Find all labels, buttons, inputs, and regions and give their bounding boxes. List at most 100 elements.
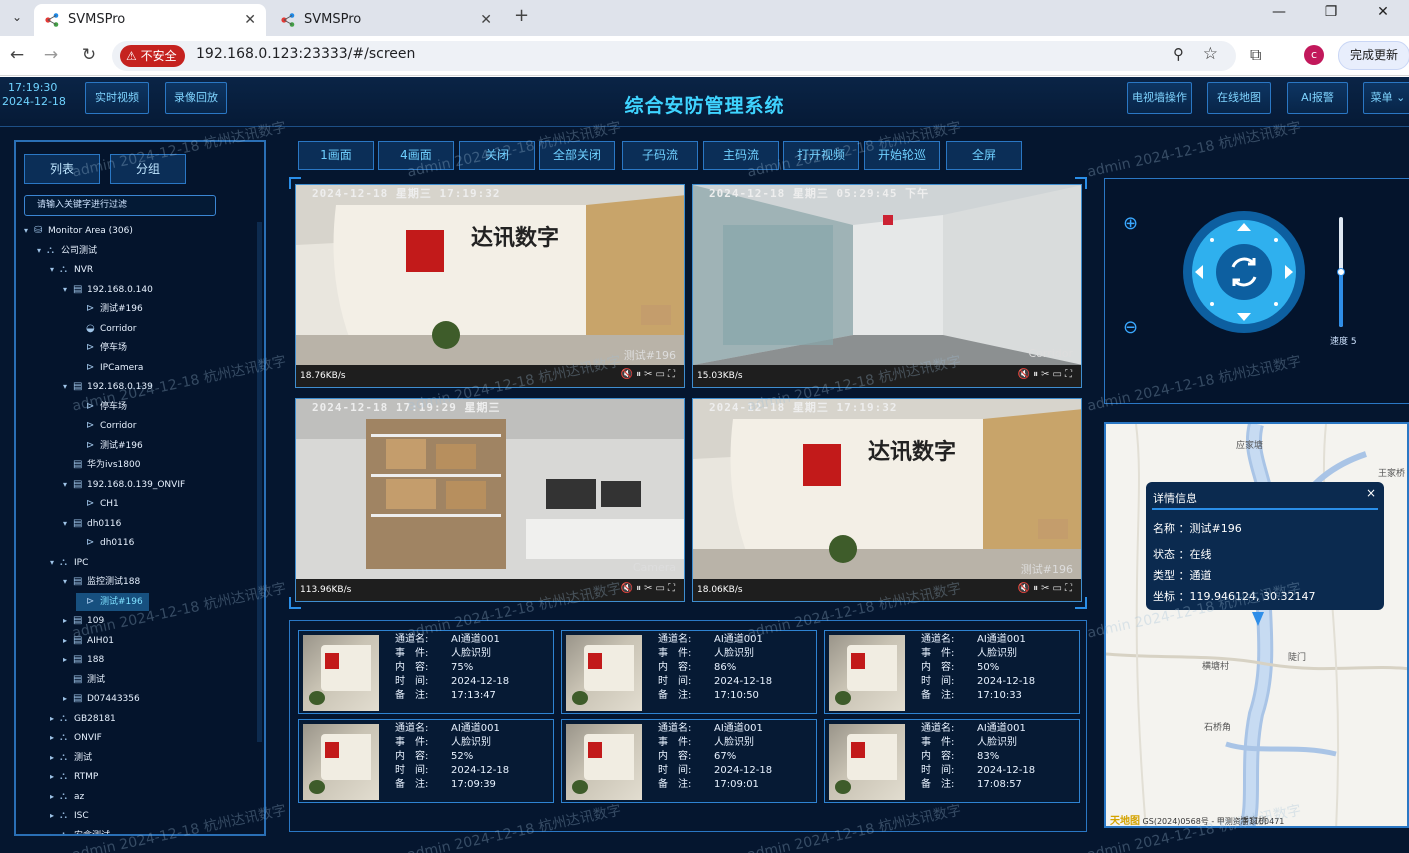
tree-node[interactable]: ▾ ▤ 192.168.0.140	[63, 281, 153, 299]
tree-node[interactable]: ▾ ⛬ 公司测试	[37, 242, 97, 260]
tree-node[interactable]: ▾ ▤ 192.168.0.139_ONVIF	[63, 476, 185, 494]
pause-icon[interactable]: ⏸	[1033, 583, 1041, 594]
expand-arrow-down-icon[interactable]: ▾	[63, 378, 73, 396]
tree-node[interactable]: ▾ ▤ 192.168.0.139	[63, 378, 153, 396]
expand-arrow-right-icon[interactable]: ▸	[50, 788, 60, 806]
snapshot-scissors-icon[interactable]: ✂	[1041, 583, 1052, 594]
expand-arrow-right-icon[interactable]: ▸	[50, 710, 60, 728]
tree-node[interactable]: ▸ ⛬ GB28181	[50, 710, 116, 728]
video-tile[interactable]: 达讯数字 2024-12-18 星期三 17:19:32 测试#196 18.06KB…	[692, 398, 1082, 602]
tree-node[interactable]: ▸ ⛬ ONVIF	[50, 729, 102, 747]
ai-event-card[interactable]: 通道名: 事 件: 内 容: 时 间: 备 注: AI通道001 人脸识别 75% 2024-1…	[298, 630, 554, 714]
tv-wall-button[interactable]: 电视墙操作	[1127, 82, 1192, 114]
tree-node[interactable]: ▸ ▤ AIH01	[63, 632, 114, 650]
video-tile[interactable]: 达讯数字 2024-12-18 星期三 17:19:32 测试#196 18.76KB…	[295, 184, 685, 388]
video-tile[interactable]: 2024-12-18 星期三 05:29:45 下午 Corridor 15.03K…	[692, 184, 1082, 388]
minimize-icon[interactable]: —	[1253, 0, 1305, 28]
fullscreen-icon[interactable]: ⛶	[1065, 369, 1075, 380]
video-tile[interactable]: 2024-12-18 17:19:29 星期三 Camera 113.96KB/s 🔇…	[295, 398, 685, 602]
tree-node[interactable]: ▸ ⛬ 测试	[50, 749, 92, 767]
event-snapshot[interactable]	[829, 635, 905, 711]
extensions-puzzle-icon[interactable]: ⧉	[1250, 45, 1261, 65]
tree-node[interactable]: ⊳ 测试#196	[76, 592, 149, 611]
insecure-badge[interactable]: ⚠ 不安全	[120, 45, 185, 67]
expand-arrow-right-icon[interactable]: ▸	[63, 651, 73, 669]
expand-arrow-right-icon[interactable]: ▸	[50, 749, 60, 767]
tree-node[interactable]: ▾ ▤ 监控测试188	[63, 573, 140, 591]
ptz-direction-pad[interactable]	[1181, 209, 1307, 335]
online-map[interactable]: 应家塘 王家桥 横塘村 陡门 石桥角 潘家桥 详情信息 × 名称 ：测试#196…	[1104, 422, 1409, 828]
record-icon[interactable]: ▭	[1053, 369, 1065, 380]
tree-node[interactable]: ▸ ⛬ RTMP	[50, 768, 98, 786]
mute-icon[interactable]: 🔇	[1018, 369, 1033, 380]
browser-tab-inactive[interactable]: SVMSPro ✕	[270, 4, 502, 36]
toolbar-button[interactable]: 4画面	[378, 141, 454, 170]
expand-arrow-down-icon[interactable]: ▾	[63, 476, 73, 494]
browser-tab-active[interactable]: SVMSPro ✕	[34, 4, 266, 36]
tab-close-icon[interactable]: ✕	[480, 11, 492, 29]
tree-node[interactable]: ▸⛬安盒测试	[50, 827, 110, 835]
toolbar-button[interactable]: 全部关闭	[539, 141, 615, 170]
event-snapshot[interactable]	[566, 635, 642, 711]
url-text[interactable]: 192.168.0.123:23333/#/screen	[196, 46, 415, 62]
tree-node[interactable]: ▸ ▤ 188	[63, 651, 104, 669]
record-icon[interactable]: ▭	[656, 369, 668, 380]
record-icon[interactable]: ▭	[1053, 583, 1065, 594]
expand-arrow-right-icon[interactable]: ▸	[63, 632, 73, 650]
close-window-icon[interactable]: ✕	[1357, 0, 1409, 28]
event-snapshot[interactable]	[566, 724, 642, 800]
ai-event-card[interactable]: 通道名: 事 件: 内 容: 时 间: 备 注: AI通道001 人脸识别 83% 2024-1…	[824, 719, 1080, 803]
tree-node[interactable]: ▸ ⛬ az	[50, 788, 84, 806]
ai-event-card[interactable]: 通道名: 事 件: 内 容: 时 间: 备 注: AI通道001 人脸识别 86% 2024-1…	[561, 630, 817, 714]
zoom-out-icon[interactable]: ⊖	[1123, 317, 1138, 338]
profile-avatar[interactable]: c	[1304, 45, 1324, 65]
event-snapshot[interactable]	[303, 724, 379, 800]
pause-icon[interactable]: ⏸	[1033, 369, 1041, 380]
maximize-icon[interactable]: ❐	[1305, 0, 1357, 28]
tree-node[interactable]: ▾ ⛬ NVR	[50, 261, 93, 279]
menu-button[interactable]: 菜单 ⌄	[1363, 82, 1409, 114]
tree-node[interactable]: ▸ ▤ 109	[63, 612, 104, 630]
tree-node[interactable]: ⊳ CH1	[76, 495, 119, 513]
snapshot-scissors-icon[interactable]: ✂	[644, 369, 655, 380]
event-snapshot[interactable]	[829, 724, 905, 800]
fullscreen-icon[interactable]: ⛶	[668, 583, 678, 594]
online-map-button[interactable]: 在线地图	[1207, 82, 1271, 114]
expand-arrow-right-icon[interactable]: ▸	[50, 768, 60, 786]
expand-arrow-down-icon[interactable]: ▾	[63, 515, 73, 533]
new-tab-plus-icon[interactable]: +	[514, 5, 529, 26]
reload-icon[interactable]: ↻	[78, 45, 100, 65]
expand-arrow-down-icon[interactable]: ▾	[63, 573, 73, 591]
update-button[interactable]: 完成更新	[1338, 41, 1409, 70]
toolbar-button[interactable]: 1画面	[298, 141, 374, 170]
tab-group[interactable]: 分组	[110, 154, 186, 184]
ai-event-card[interactable]: 通道名: 事 件: 内 容: 时 间: 备 注: AI通道001 人脸识别 50% 2024-1…	[824, 630, 1080, 714]
toolbar-button[interactable]: 开始轮巡	[864, 141, 940, 170]
snapshot-scissors-icon[interactable]: ✂	[644, 583, 655, 594]
mute-icon[interactable]: 🔇	[621, 369, 636, 380]
record-icon[interactable]: ▭	[656, 583, 668, 594]
ai-event-card[interactable]: 通道名: 事 件: 内 容: 时 间: 备 注: AI通道001 人脸识别 67% 2024-1…	[561, 719, 817, 803]
fullscreen-icon[interactable]: ⛶	[668, 369, 678, 380]
tree-node[interactable]: ▤ 华为ivs1800	[63, 456, 140, 474]
event-snapshot[interactable]	[303, 635, 379, 711]
speed-slider-thumb[interactable]	[1337, 268, 1345, 276]
tree-node[interactable]: ⊳ 测试#196	[76, 437, 143, 455]
expand-arrow-down-icon[interactable]: ▾	[37, 242, 47, 260]
tree-node[interactable]: ▸ ▤ D07443356	[63, 690, 140, 708]
expand-arrow-down-icon[interactable]: ▾	[63, 281, 73, 299]
toolbar-button[interactable]: 全屏	[946, 141, 1022, 170]
bookmark-star-icon[interactable]: ☆	[1203, 44, 1218, 64]
tree-node[interactable]: ▾ ⛬ IPC	[50, 554, 88, 572]
mute-icon[interactable]: 🔇	[1018, 583, 1033, 594]
tree-node[interactable]: ▾ ⛁ Monitor Area (306)	[24, 222, 133, 240]
toolbar-button[interactable]: 关闭	[459, 141, 535, 170]
expand-arrow-right-icon[interactable]: ▸	[50, 827, 60, 835]
expand-arrow-down-icon[interactable]: ▾	[50, 261, 60, 279]
expand-arrow-right-icon[interactable]: ▸	[50, 807, 60, 825]
tree-node[interactable]: ◒ Corridor	[76, 320, 136, 338]
mute-icon[interactable]: 🔇	[621, 583, 636, 594]
ai-alarm-button[interactable]: AI报警	[1287, 82, 1348, 114]
tree-node[interactable]: ⊳ dh0116	[76, 534, 134, 552]
zoom-magnifier-icon[interactable]: ⚲	[1173, 45, 1184, 63]
